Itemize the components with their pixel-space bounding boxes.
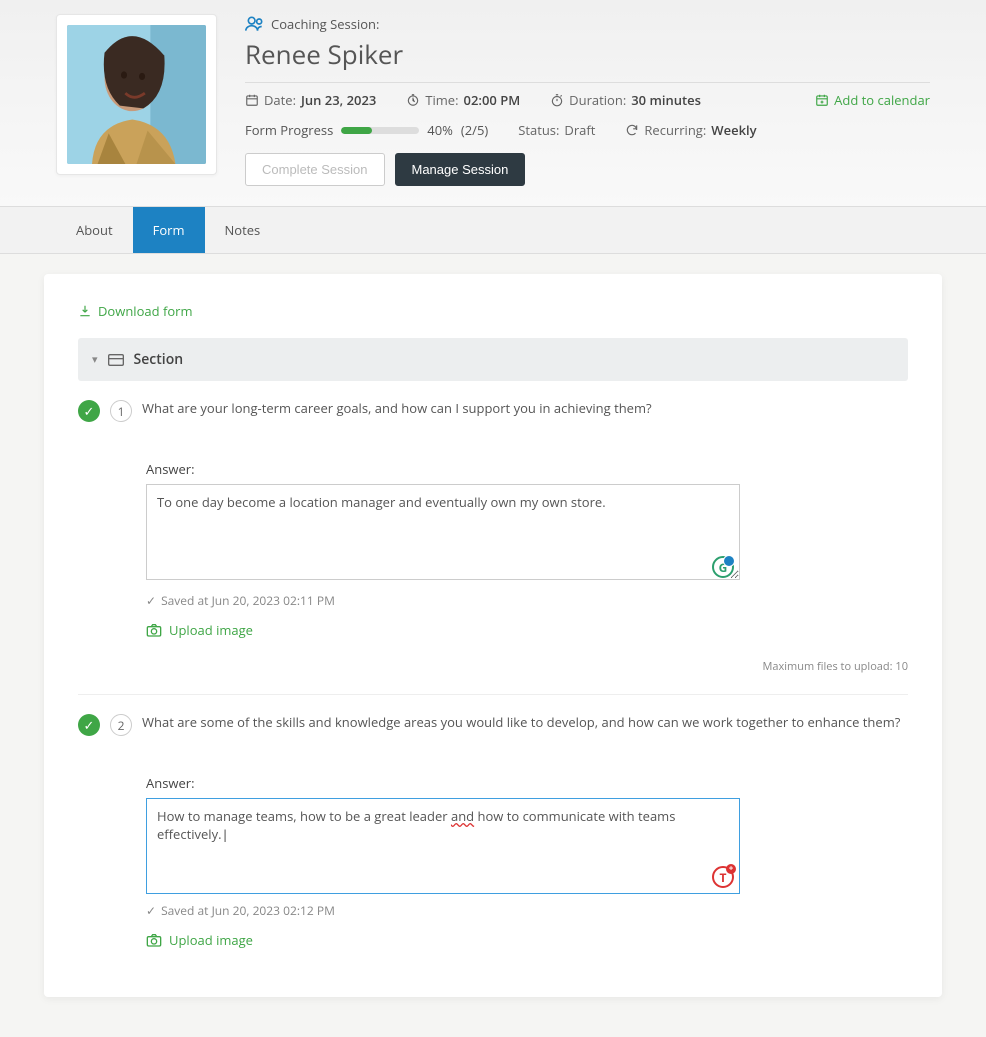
- checkmark-icon: ✓: [146, 902, 156, 919]
- chevron-down-icon[interactable]: ▾: [92, 352, 98, 367]
- recurring-value: Weekly: [711, 121, 756, 139]
- form-card: Download form ▾ Section ✓ 1 What are you…: [44, 274, 942, 997]
- manage-session-button[interactable]: Manage Session: [395, 153, 526, 186]
- answer-label: Answer:: [146, 774, 908, 792]
- question-block: ✓ 1 What are your long-term career goals…: [78, 399, 908, 695]
- tabs-bar: About Form Notes: [0, 206, 986, 254]
- answer-label: Answer:: [146, 460, 908, 478]
- complete-session-button: Complete Session: [245, 153, 385, 186]
- saved-timestamp: Saved at Jun 20, 2023 02:11 PM: [161, 592, 335, 609]
- tab-notes[interactable]: Notes: [205, 207, 281, 253]
- max-files-value: 10: [895, 659, 908, 674]
- answer-textarea[interactable]: How to manage teams, how to be a great l…: [146, 798, 740, 894]
- progress-percent: 40%: [427, 121, 453, 139]
- avatar: [67, 25, 206, 164]
- grammarly-icon[interactable]: G: [712, 556, 734, 578]
- question-text: What are your long-term career goals, an…: [142, 399, 652, 419]
- answer-textarea[interactable]: [146, 484, 740, 580]
- check-icon: ✓: [78, 400, 100, 422]
- duration-value: 30 minutes: [631, 91, 701, 109]
- download-form-link[interactable]: Download form: [78, 302, 908, 320]
- avatar-container: [56, 14, 217, 175]
- section-title: Section: [134, 350, 184, 369]
- add-to-calendar-link[interactable]: Add to calendar: [815, 91, 930, 109]
- text-caret: |: [222, 825, 229, 843]
- progress-bar: [341, 127, 419, 134]
- max-files-label: Maximum files to upload:: [763, 659, 893, 674]
- clock-icon: [406, 93, 420, 107]
- tab-about[interactable]: About: [56, 207, 133, 253]
- camera-icon: [146, 623, 162, 637]
- question-number: 2: [110, 714, 132, 736]
- duration-label: Duration:: [569, 91, 626, 109]
- question-block: ✓ 2 What are some of the skills and know…: [78, 713, 908, 969]
- upload-image-label: Upload image: [169, 931, 253, 949]
- session-header: Coaching Session: Renee Spiker Date: Jun…: [0, 0, 986, 206]
- download-form-label: Download form: [98, 302, 193, 320]
- question-text: What are some of the skills and knowledg…: [142, 713, 900, 733]
- time-value: 02:00 PM: [464, 91, 521, 109]
- section-icon: [108, 354, 124, 366]
- people-icon: [245, 14, 265, 34]
- progress-label: Form Progress: [245, 121, 333, 139]
- check-icon: ✓: [78, 714, 100, 736]
- section-header: ▾ Section: [78, 338, 908, 381]
- upload-image-link[interactable]: Upload image: [146, 931, 908, 949]
- session-type-label: Coaching Session:: [271, 15, 379, 33]
- checkmark-icon: ✓: [146, 592, 156, 609]
- calendar-icon: [245, 93, 259, 107]
- date-label: Date:: [264, 91, 296, 109]
- saved-timestamp: Saved at Jun 20, 2023 02:12 PM: [161, 902, 335, 919]
- recurring-label: Recurring:: [644, 121, 706, 139]
- time-label: Time:: [425, 91, 458, 109]
- camera-icon: [146, 933, 162, 947]
- status-value: Draft: [564, 121, 595, 139]
- refresh-icon: [625, 123, 639, 137]
- person-name: Renee Spiker: [245, 36, 930, 72]
- stopwatch-icon: [550, 93, 564, 107]
- question-number: 1: [110, 400, 132, 422]
- calendar-add-icon: [815, 93, 829, 107]
- status-label: Status:: [518, 121, 559, 139]
- tab-form[interactable]: Form: [133, 207, 205, 253]
- date-value: Jun 23, 2023: [301, 91, 376, 109]
- add-calendar-label: Add to calendar: [834, 91, 930, 109]
- text-assist-icon[interactable]: T: [712, 866, 734, 888]
- progress-fraction: (2/5): [461, 121, 488, 139]
- upload-image-label: Upload image: [169, 621, 253, 639]
- download-icon: [78, 304, 92, 318]
- upload-image-link[interactable]: Upload image: [146, 621, 908, 639]
